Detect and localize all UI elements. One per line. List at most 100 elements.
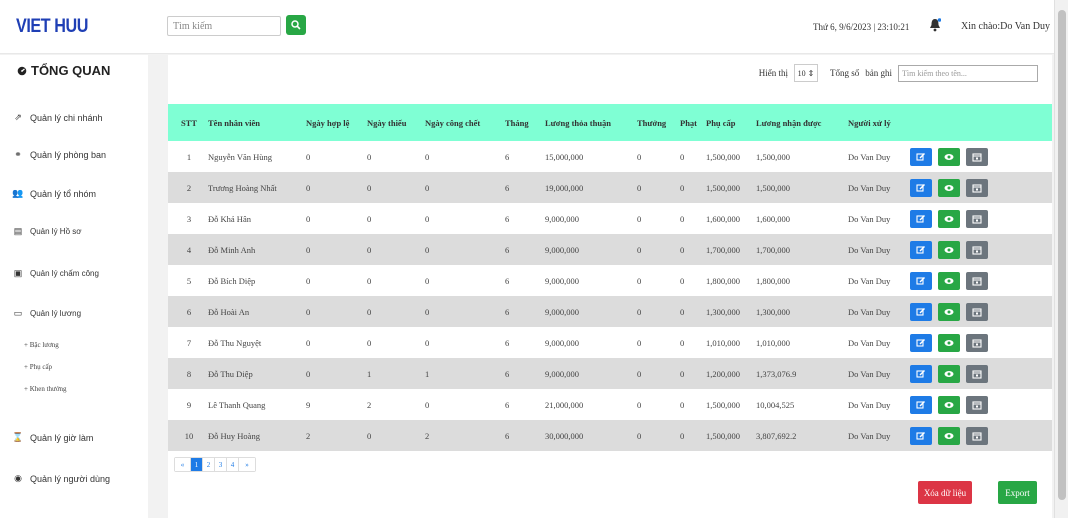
table-cell: 1,010,000 [706,337,740,348]
search-button[interactable] [286,15,306,35]
sidebar-item-profile[interactable]: ▤ Quản lý Hồ sơ [12,226,82,237]
pagination-page[interactable]: 2 [203,458,215,471]
delete-data-button[interactable]: Xóa dữ liệu [918,481,972,504]
view-button[interactable] [938,147,960,166]
edit-button[interactable] [910,240,932,259]
sidebar-overview[interactable]: TỔNG QUAN [17,63,110,78]
attendance-button[interactable] [966,178,988,197]
attendance-button[interactable] [966,209,988,228]
user-icon: ◉ [14,473,22,483]
edit-button[interactable] [910,147,932,166]
pagination-page[interactable]: 4 [227,458,239,471]
table-cell: 6 [505,244,510,255]
edit-button[interactable] [910,395,932,414]
table-cell: Do Van Duy [848,368,891,379]
export-button[interactable]: Export [998,481,1037,504]
bell-icon[interactable] [929,18,941,32]
pagination-page[interactable]: 3 [215,458,227,471]
page-size-select[interactable]: 10 ⇕ [794,64,818,82]
table-cell: Đỗ Thu Nguyệt [208,337,262,348]
attendance-button[interactable] [966,240,988,259]
table-cell: Do Van Duy [848,275,891,286]
edit-icon [916,307,925,316]
attendance-button[interactable] [966,333,988,352]
sidebar-subitem-allowance[interactable]: + Phụ cấp [24,363,52,371]
search-input[interactable] [167,16,281,36]
edit-button[interactable] [910,271,932,290]
table-cell: 1,500,000 [756,182,790,193]
name-search-input[interactable] [898,64,1038,82]
table-cell: Do Van Duy [848,399,891,410]
page-scrollbar[interactable] [1054,0,1068,518]
view-button[interactable] [938,209,960,228]
eye-icon [944,184,954,191]
view-button[interactable] [938,271,960,290]
table-cell: 0 [367,275,372,286]
attendance-button[interactable] [966,426,988,445]
view-button[interactable] [938,364,960,383]
pagination-prev[interactable]: « [175,458,191,471]
sidebar-item-label: Quản lý phòng ban [30,149,107,160]
table-cell: 0 [306,151,311,162]
department-icon: ⚭ [14,149,22,159]
scrollbar-thumb[interactable] [1058,10,1066,500]
sidebar-item-group[interactable]: 👥 Quản lý tổ nhóm [12,188,96,199]
pagination-page[interactable]: 1 [191,458,203,471]
edit-button[interactable] [910,178,932,197]
table-cell: 0 [680,213,685,224]
view-button[interactable] [938,333,960,352]
table-cell: 0 [637,430,642,441]
brand-logo[interactable]: VIET HUU [16,16,88,38]
view-button[interactable] [938,240,960,259]
view-button[interactable] [938,395,960,414]
table-cell: 6 [505,306,510,317]
table-cell: 1,300,000 [756,306,790,317]
sidebar-item-salary[interactable]: ▭ Quản lý lương [12,308,81,319]
table-cell: 0 [425,275,430,286]
sidebar-item-branch[interactable]: ⇗ Quản lý chi nhánh [12,112,103,123]
eye-icon [944,401,954,408]
attendance-button[interactable] [966,271,988,290]
view-button[interactable] [938,302,960,321]
records-label: bản ghi [865,68,892,78]
table-cell: 0 [637,213,642,224]
column-header: Tên nhân viên [208,117,260,128]
edit-button[interactable] [910,364,932,383]
table-cell: 0 [306,275,311,286]
sidebar-item-label: Quản lý chi nhánh [30,112,103,123]
edit-button[interactable] [910,302,932,321]
view-button[interactable] [938,426,960,445]
datetime-display: Thứ 6, 9/6/2023 | 23:10:21 [813,22,910,32]
pagination-next[interactable]: » [239,458,255,471]
sidebar-item-working-hours[interactable]: ⌛ Quản lý giờ làm [12,432,93,443]
column-header: Tháng [505,117,529,128]
attendance-button[interactable] [966,302,988,321]
sidebar-item-attendance[interactable]: ▣ Quản lý chấm công [12,268,99,279]
attendance-button[interactable] [966,395,988,414]
edit-button[interactable] [910,209,932,228]
calendar-icon [972,152,982,162]
table-cell: 0 [367,151,372,162]
eye-icon [944,153,954,160]
attendance-button[interactable] [966,147,988,166]
edit-button[interactable] [910,426,932,445]
sidebar-item-department[interactable]: ⚭ Quản lý phòng ban [12,149,106,160]
table-cell: Nguyễn Văn Hùng [208,151,273,162]
edit-icon [916,369,925,378]
attendance-button[interactable] [966,364,988,383]
sidebar-item-users[interactable]: ◉ Quản lý người dùng [12,473,110,484]
table-cell: 9,000,000 [545,368,579,379]
sidebar-subitem-reward[interactable]: + Khen thưởng [24,385,67,393]
table-cell: 0 [425,151,430,162]
table-cell: 21,000,000 [545,399,584,410]
row-actions [906,265,1052,296]
calendar-icon: ▣ [13,268,23,278]
view-button[interactable] [938,178,960,197]
edit-button[interactable] [910,333,932,352]
row-actions [906,234,1052,265]
table-cell: Do Van Duy [848,430,891,441]
sidebar-subitem-salary-grade[interactable]: + Bậc lương [24,341,59,349]
calendar-icon [972,431,982,441]
user-greeting[interactable]: Xin chào:Do Van Duy [961,21,1050,32]
search-icon [291,20,301,30]
